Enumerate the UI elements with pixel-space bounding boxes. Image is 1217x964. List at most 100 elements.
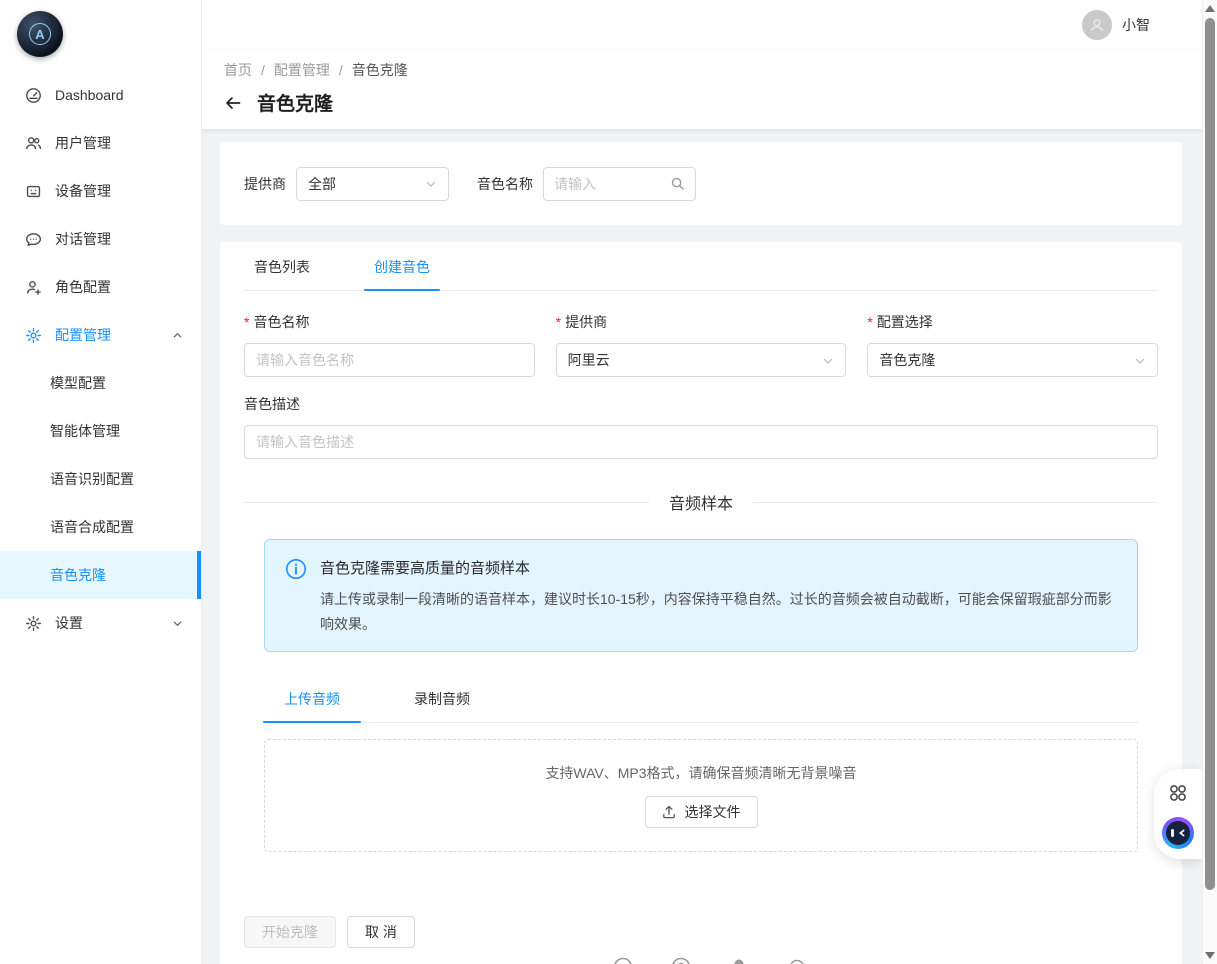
chevron-down-icon (425, 178, 437, 190)
upload-dropzone[interactable]: 支持WAV、MP3格式，请确保音频清晰无背景噪音 选择文件 (264, 739, 1138, 852)
sidebar-subitem-label: 智能体管理 (50, 421, 120, 441)
dashboard-gauge-icon (25, 87, 42, 104)
back-arrow-icon[interactable] (224, 94, 242, 112)
tab-record-audio[interactable]: 录制音频 (411, 674, 473, 722)
field-label-text: 配置选择 (877, 312, 933, 332)
voice-desc-input-wrap (244, 425, 1158, 459)
required-mark: * (867, 314, 872, 330)
chevron-up-icon (172, 330, 183, 341)
voice-name-filter-label: 音色名称 (477, 174, 533, 194)
sidebar-item-label: 对话管理 (55, 229, 111, 249)
sidebar-item-label: Dashboard (55, 87, 124, 103)
app-logo[interactable]: A (17, 11, 63, 57)
chevron-down-icon (172, 618, 183, 629)
choose-file-label: 选择文件 (685, 802, 741, 822)
page-title: 音色克隆 (257, 89, 333, 116)
robot-assistant-icon[interactable] (1162, 817, 1194, 849)
sidebar-item-label: 用户管理 (55, 133, 111, 153)
sidebar-subitem-label: 语音识别配置 (50, 469, 134, 489)
voice-clone-card: 音色列表 创建音色 * 音色名称 (220, 242, 1182, 964)
voice-name-search-input[interactable] (554, 176, 664, 192)
sidebar-item-label: 角色配置 (55, 277, 111, 297)
sidebar-item-role-config[interactable]: 角色配置 (0, 263, 201, 311)
alert-title: 音色克隆需要高质量的音频样本 (320, 557, 1117, 578)
sidebar-subitem-voice-clone[interactable]: 音色克隆 (0, 551, 201, 599)
users-icon (25, 135, 42, 152)
title-row: 音色克隆 (224, 89, 1193, 116)
voice-name-label: * 音色名称 (244, 312, 535, 332)
provider-filter-select[interactable]: 全部 (296, 167, 449, 201)
sidebar-item-conversation-management[interactable]: 对话管理 (0, 215, 201, 263)
sidebar-item-label: 配置管理 (55, 325, 111, 345)
sidebar-item-label: 设备管理 (55, 181, 111, 201)
audio-sample-title: 音频样本 (669, 490, 733, 514)
page-scrollbar[interactable] (1202, 0, 1217, 964)
sidebar-subitem-agent-management[interactable]: 智能体管理 (0, 407, 201, 455)
footer-circle-icon[interactable] (612, 956, 634, 964)
voice-desc-label: 音色描述 (244, 394, 1158, 414)
breadcrumb: 首页 / 配置管理 / 音色克隆 (224, 60, 1193, 80)
breadcrumb-separator: / (261, 62, 265, 78)
voice-desc-input[interactable] (256, 434, 1146, 450)
sidebar-subitem-tts-config[interactable]: 语音合成配置 (0, 503, 201, 551)
sidebar-item-user-management[interactable]: 用户管理 (0, 119, 201, 167)
scroll-down-arrow[interactable] (1205, 952, 1215, 959)
config-select-label: * 配置选择 (867, 312, 1158, 332)
tab-create-voice[interactable]: 创建音色 (364, 242, 440, 290)
alert-body: 音色克隆需要高质量的音频样本 请上传或录制一段清晰的语音样本，建议时长10-15… (320, 557, 1117, 636)
voice-name-field: * 音色名称 (244, 312, 535, 377)
start-clone-button[interactable]: 开始克隆 (244, 916, 336, 948)
sidebar-item-config-management[interactable]: 配置管理 (0, 311, 201, 359)
field-label-text: 提供商 (565, 312, 607, 332)
voice-desc-field: 音色描述 (244, 394, 1158, 459)
tab-label: 上传音频 (284, 691, 340, 707)
field-label-text: 音色名称 (253, 312, 309, 332)
chat-icon (25, 231, 42, 248)
tab-label: 创建音色 (374, 259, 430, 275)
footer-user-icon[interactable] (728, 956, 750, 964)
config-select[interactable]: 音色克隆 (867, 343, 1158, 377)
provider-filter-label: 提供商 (244, 174, 286, 194)
cancel-button[interactable]: 取 消 (347, 916, 415, 948)
floating-widget (1154, 769, 1202, 859)
sidebar-subitem-label: 模型配置 (50, 373, 106, 393)
tab-voice-list[interactable]: 音色列表 (244, 242, 320, 290)
sidebar-subitem-model-config[interactable]: 模型配置 (0, 359, 201, 407)
breadcrumb-config[interactable]: 配置管理 (274, 60, 330, 80)
gear-icon (25, 615, 42, 632)
sidebar-item-settings[interactable]: 设置 (0, 599, 201, 647)
sidebar-item-dashboard[interactable]: Dashboard (0, 71, 201, 119)
sidebar-subitem-label: 语音合成配置 (50, 517, 134, 537)
scrollbar-thumb[interactable] (1205, 18, 1215, 890)
app-root: A Dashboard 用户管理 设备管理 (0, 0, 1217, 964)
sidebar-item-device-management[interactable]: 设备管理 (0, 167, 201, 215)
footer-icons (612, 956, 808, 964)
footer-circle-dot-icon[interactable] (670, 956, 692, 964)
tab-upload-audio[interactable]: 上传音频 (281, 674, 343, 722)
avatar (1082, 10, 1112, 40)
provider-select[interactable]: 阿里云 (556, 343, 847, 377)
search-icon[interactable] (670, 176, 685, 191)
audio-tabs: 上传音频 录制音频 (264, 674, 1138, 723)
footer-gear-icon[interactable] (786, 956, 808, 964)
breadcrumb-current: 音色克隆 (352, 60, 408, 80)
apps-grid-icon[interactable] (1167, 782, 1189, 804)
robot-eye-right (1178, 829, 1186, 837)
content-area: 提供商 全部 音色名称 (202, 129, 1217, 964)
provider-label: * 提供商 (556, 312, 847, 332)
scroll-up-arrow[interactable] (1205, 5, 1215, 12)
breadcrumb-home[interactable]: 首页 (224, 60, 252, 80)
alert-description: 请上传或录制一段清晰的语音样本，建议时长10-15秒，内容保持平稳自然。过长的音… (320, 587, 1117, 636)
choose-file-button[interactable]: 选择文件 (645, 796, 758, 828)
provider-select-value: 阿里云 (568, 350, 610, 370)
sidebar-menu: Dashboard 用户管理 设备管理 对话管理 (0, 71, 201, 647)
provider-filter-value: 全部 (308, 174, 336, 194)
user-menu[interactable]: 小智 (1082, 10, 1150, 40)
voice-name-input[interactable] (256, 352, 523, 368)
field-label-text: 音色描述 (244, 394, 300, 414)
voice-name-search-field (543, 167, 696, 201)
upload-icon (662, 805, 676, 819)
divider-line (244, 502, 649, 503)
sidebar-subitem-asr-config[interactable]: 语音识别配置 (0, 455, 201, 503)
main-area: 小智 首页 / 配置管理 / 音色克隆 音色克隆 提供商 (202, 0, 1217, 964)
